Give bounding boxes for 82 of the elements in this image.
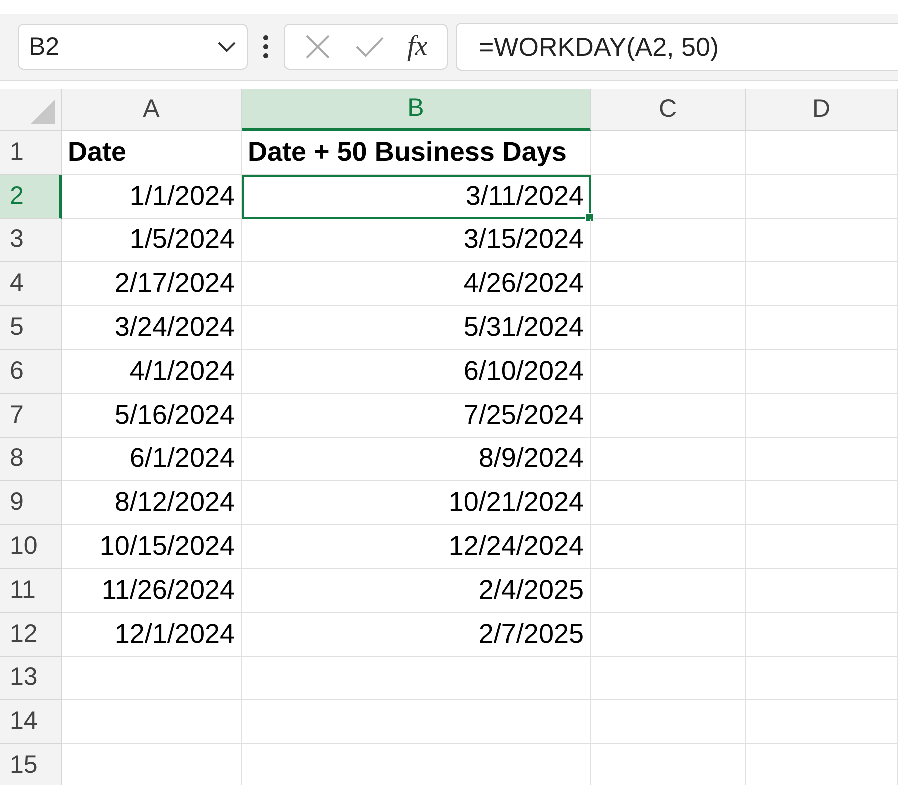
table-cell[interactable]: 11/26/2024: [62, 568, 242, 613]
empty-cell[interactable]: [746, 612, 898, 657]
row-header[interactable]: 2: [0, 174, 62, 219]
table-cell[interactable]: Date + 50 Business Days: [242, 131, 591, 175]
table-cell[interactable]: 6/10/2024: [242, 350, 591, 394]
empty-cell[interactable]: [746, 394, 898, 438]
row-header[interactable]: 8: [0, 438, 62, 482]
empty-cell[interactable]: [591, 174, 746, 219]
empty-cell[interactable]: [591, 568, 746, 613]
table-cell[interactable]: 7/25/2024: [242, 394, 591, 438]
empty-cell[interactable]: [591, 525, 746, 569]
empty-cell[interactable]: [746, 306, 898, 350]
table-cell[interactable]: 12/1/2024: [62, 612, 242, 657]
empty-cell[interactable]: [746, 525, 898, 569]
empty-cell[interactable]: [591, 612, 746, 657]
empty-cell[interactable]: [591, 438, 746, 482]
insert-function-button[interactable]: fx: [407, 31, 428, 63]
empty-cell[interactable]: [591, 218, 746, 262]
row-header[interactable]: 15: [0, 744, 62, 785]
cell-reference: B2: [29, 32, 60, 62]
row-header[interactable]: 1: [0, 131, 62, 175]
row-header[interactable]: 7: [0, 394, 62, 438]
table-cell[interactable]: 6/1/2024: [62, 438, 242, 482]
table-cell[interactable]: 3/15/2024: [242, 218, 591, 262]
table-cell[interactable]: 4/1/2024: [62, 350, 242, 394]
column-header[interactable]: A: [62, 89, 242, 131]
row-header[interactable]: 9: [0, 481, 62, 526]
table-cell[interactable]: 8/12/2024: [62, 481, 242, 526]
table-cell[interactable]: Date: [62, 131, 242, 175]
table-cell[interactable]: 5/16/2024: [62, 394, 242, 438]
empty-cell[interactable]: [242, 700, 591, 744]
table-cell[interactable]: 2/4/2025: [242, 568, 591, 613]
row-header[interactable]: 4: [0, 262, 62, 306]
empty-cell[interactable]: [746, 174, 898, 219]
table-cell[interactable]: 8/9/2024: [242, 438, 591, 482]
row-header[interactable]: 6: [0, 350, 62, 394]
name-box[interactable]: B2: [18, 24, 248, 70]
table-cell[interactable]: 10/15/2024: [62, 525, 242, 569]
empty-cell[interactable]: [746, 350, 898, 394]
empty-cell[interactable]: [591, 131, 746, 175]
table-cell[interactable]: 3/11/2024: [242, 174, 591, 219]
empty-cell[interactable]: [746, 218, 898, 262]
row-header[interactable]: 14: [0, 700, 62, 744]
empty-cell[interactable]: [746, 568, 898, 613]
checkmark-icon[interactable]: [354, 35, 385, 59]
empty-cell[interactable]: [591, 700, 746, 744]
row-header[interactable]: 12: [0, 612, 62, 657]
empty-cell[interactable]: [746, 656, 898, 700]
column-header[interactable]: B: [242, 89, 591, 131]
empty-cell[interactable]: [746, 131, 898, 175]
select-all-icon[interactable]: [30, 99, 56, 125]
table-cell[interactable]: 10/21/2024: [242, 481, 591, 526]
empty-cell[interactable]: [746, 262, 898, 306]
row-header[interactable]: 3: [0, 218, 62, 262]
table-cell[interactable]: 5/31/2024: [242, 306, 591, 350]
chevron-down-icon[interactable]: [217, 41, 237, 53]
empty-cell[interactable]: [591, 394, 746, 438]
empty-cell[interactable]: [746, 438, 898, 482]
row-header[interactable]: 11: [0, 568, 62, 613]
table-cell[interactable]: 1/5/2024: [62, 218, 242, 262]
formula-field[interactable]: =WORKDAY(A2, 50): [456, 23, 898, 71]
empty-cell[interactable]: [242, 656, 591, 700]
column-header[interactable]: D: [746, 89, 898, 131]
empty-cell[interactable]: [591, 481, 746, 526]
table-cell[interactable]: 3/24/2024: [62, 306, 242, 350]
table-cell[interactable]: 12/24/2024: [242, 525, 591, 569]
empty-cell[interactable]: [591, 306, 746, 350]
row-header[interactable]: 13: [0, 656, 62, 700]
empty-cell[interactable]: [746, 481, 898, 526]
empty-cell[interactable]: [746, 700, 898, 744]
empty-cell[interactable]: [591, 656, 746, 700]
row-header[interactable]: 10: [0, 525, 62, 569]
close-icon[interactable]: [304, 33, 332, 61]
column-header[interactable]: C: [591, 89, 746, 131]
empty-cell[interactable]: [591, 262, 746, 306]
table-cell[interactable]: 2/17/2024: [62, 262, 242, 306]
more-icon[interactable]: [262, 34, 270, 60]
table-cell[interactable]: 1/1/2024: [62, 174, 242, 219]
table-cell[interactable]: 4/26/2024: [242, 262, 591, 306]
row-header[interactable]: 5: [0, 306, 62, 350]
table-cell[interactable]: 2/7/2025: [242, 612, 591, 657]
empty-cell[interactable]: [591, 350, 746, 394]
